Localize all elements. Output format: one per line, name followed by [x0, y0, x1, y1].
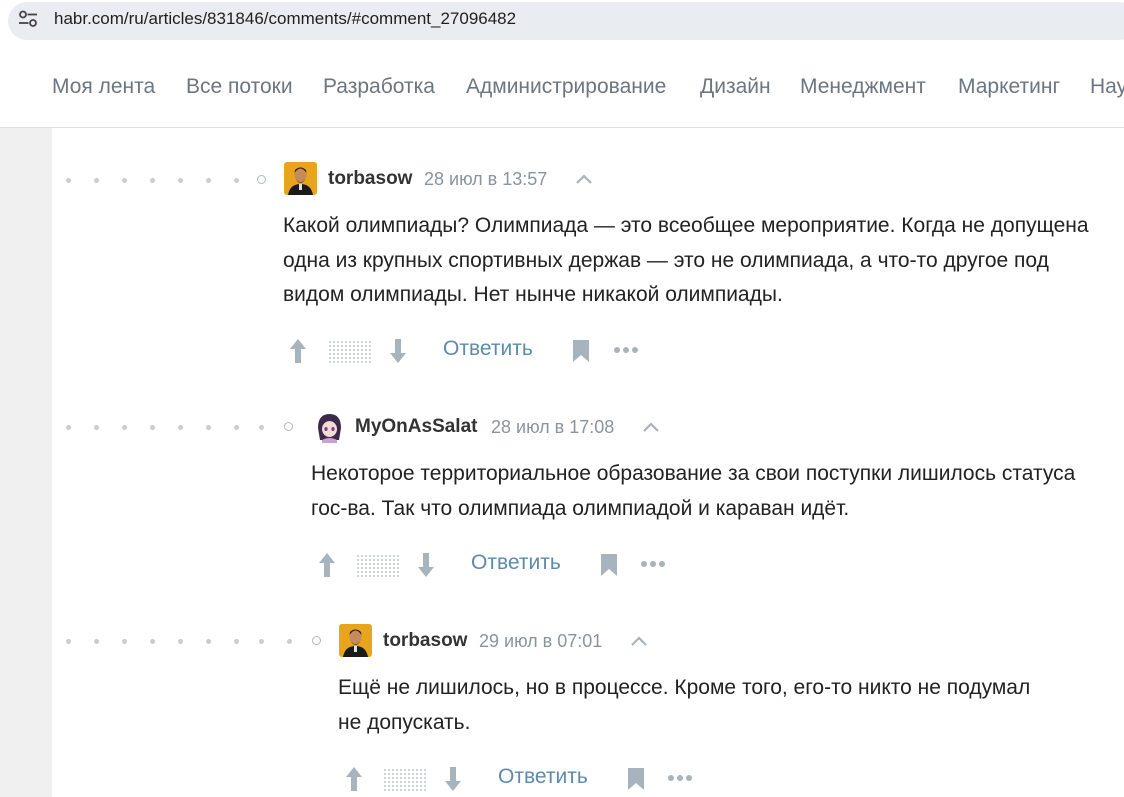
nav-item-my-feed[interactable]: Моя лента [52, 75, 155, 99]
avatar[interactable] [313, 410, 346, 443]
nav-item-design[interactable]: Дизайн [700, 75, 771, 99]
more-dots-icon[interactable] [613, 346, 639, 354]
arrow-down-icon[interactable] [416, 552, 436, 578]
nav-item-administration[interactable]: Администрирование [466, 75, 666, 99]
arrow-up-icon[interactable] [344, 766, 364, 792]
bookmark-icon[interactable] [627, 767, 645, 791]
comment-actions: Ответить [344, 764, 744, 794]
nav-item-marketing[interactable]: Маркетинг [958, 75, 1060, 99]
nav-item-management[interactable]: Менеджмент [800, 75, 926, 99]
comment-author[interactable]: MyOnAsSalat [355, 416, 477, 438]
more-dots-icon[interactable] [640, 560, 666, 568]
bookmark-icon[interactable] [600, 553, 618, 577]
comment-timestamp[interactable]: 28 июл в 17:08 [491, 417, 614, 438]
top-navigation: Моя лента Все потоки Разработка Админист… [0, 49, 1124, 128]
avatar[interactable] [284, 162, 317, 195]
arrow-down-icon[interactable] [388, 338, 408, 364]
comment-actions: Ответить [288, 336, 688, 366]
nav-item-development[interactable]: Разработка [323, 75, 435, 99]
more-dots-icon[interactable] [667, 774, 693, 782]
vote-score [328, 340, 371, 364]
comment-author[interactable]: torbasow [328, 168, 412, 190]
arrow-up-icon[interactable] [288, 338, 308, 364]
left-gutter [0, 128, 52, 797]
chevron-up-icon[interactable] [575, 173, 593, 185]
comment-text: Некоторое территориальное образование за… [311, 462, 1076, 520]
chevron-up-icon[interactable] [642, 421, 660, 433]
reply-button[interactable]: Ответить [498, 765, 588, 789]
thread-level-indicator [66, 175, 276, 185]
bookmark-icon[interactable] [572, 339, 590, 363]
site-settings-icon[interactable] [18, 10, 38, 28]
reply-button[interactable]: Ответить [443, 337, 533, 361]
comments-section: torbasow 28 июл в 13:57 Какой олимпиады?… [0, 128, 1124, 797]
comment-text: Какой олимпиады? Олимпиада — это всеобще… [283, 214, 1089, 306]
arrow-down-icon[interactable] [443, 766, 463, 792]
comment-actions: Ответить [317, 550, 717, 580]
vote-score [356, 554, 399, 578]
thread-level-indicator [66, 422, 306, 432]
avatar[interactable] [339, 624, 372, 657]
chevron-up-icon[interactable] [630, 635, 648, 647]
comment-text: Ещё не лишилось, но в процессе. Кроме то… [338, 676, 1031, 734]
comment-timestamp[interactable]: 28 июл в 13:57 [424, 169, 547, 190]
arrow-up-icon[interactable] [317, 552, 337, 578]
browser-address-bar: habr.com/ru/articles/831846/comments/#co… [0, 0, 1124, 48]
comment-author[interactable]: torbasow [383, 630, 467, 652]
thread-level-indicator [66, 636, 331, 646]
comment-timestamp[interactable]: 29 июл в 07:01 [479, 631, 602, 652]
nav-item-all-streams[interactable]: Все потоки [186, 75, 293, 99]
reply-button[interactable]: Ответить [471, 551, 561, 575]
vote-score [383, 768, 426, 792]
url-text[interactable]: habr.com/ru/articles/831846/comments/#co… [54, 9, 516, 29]
nav-item-science[interactable]: Нау [1090, 75, 1124, 99]
